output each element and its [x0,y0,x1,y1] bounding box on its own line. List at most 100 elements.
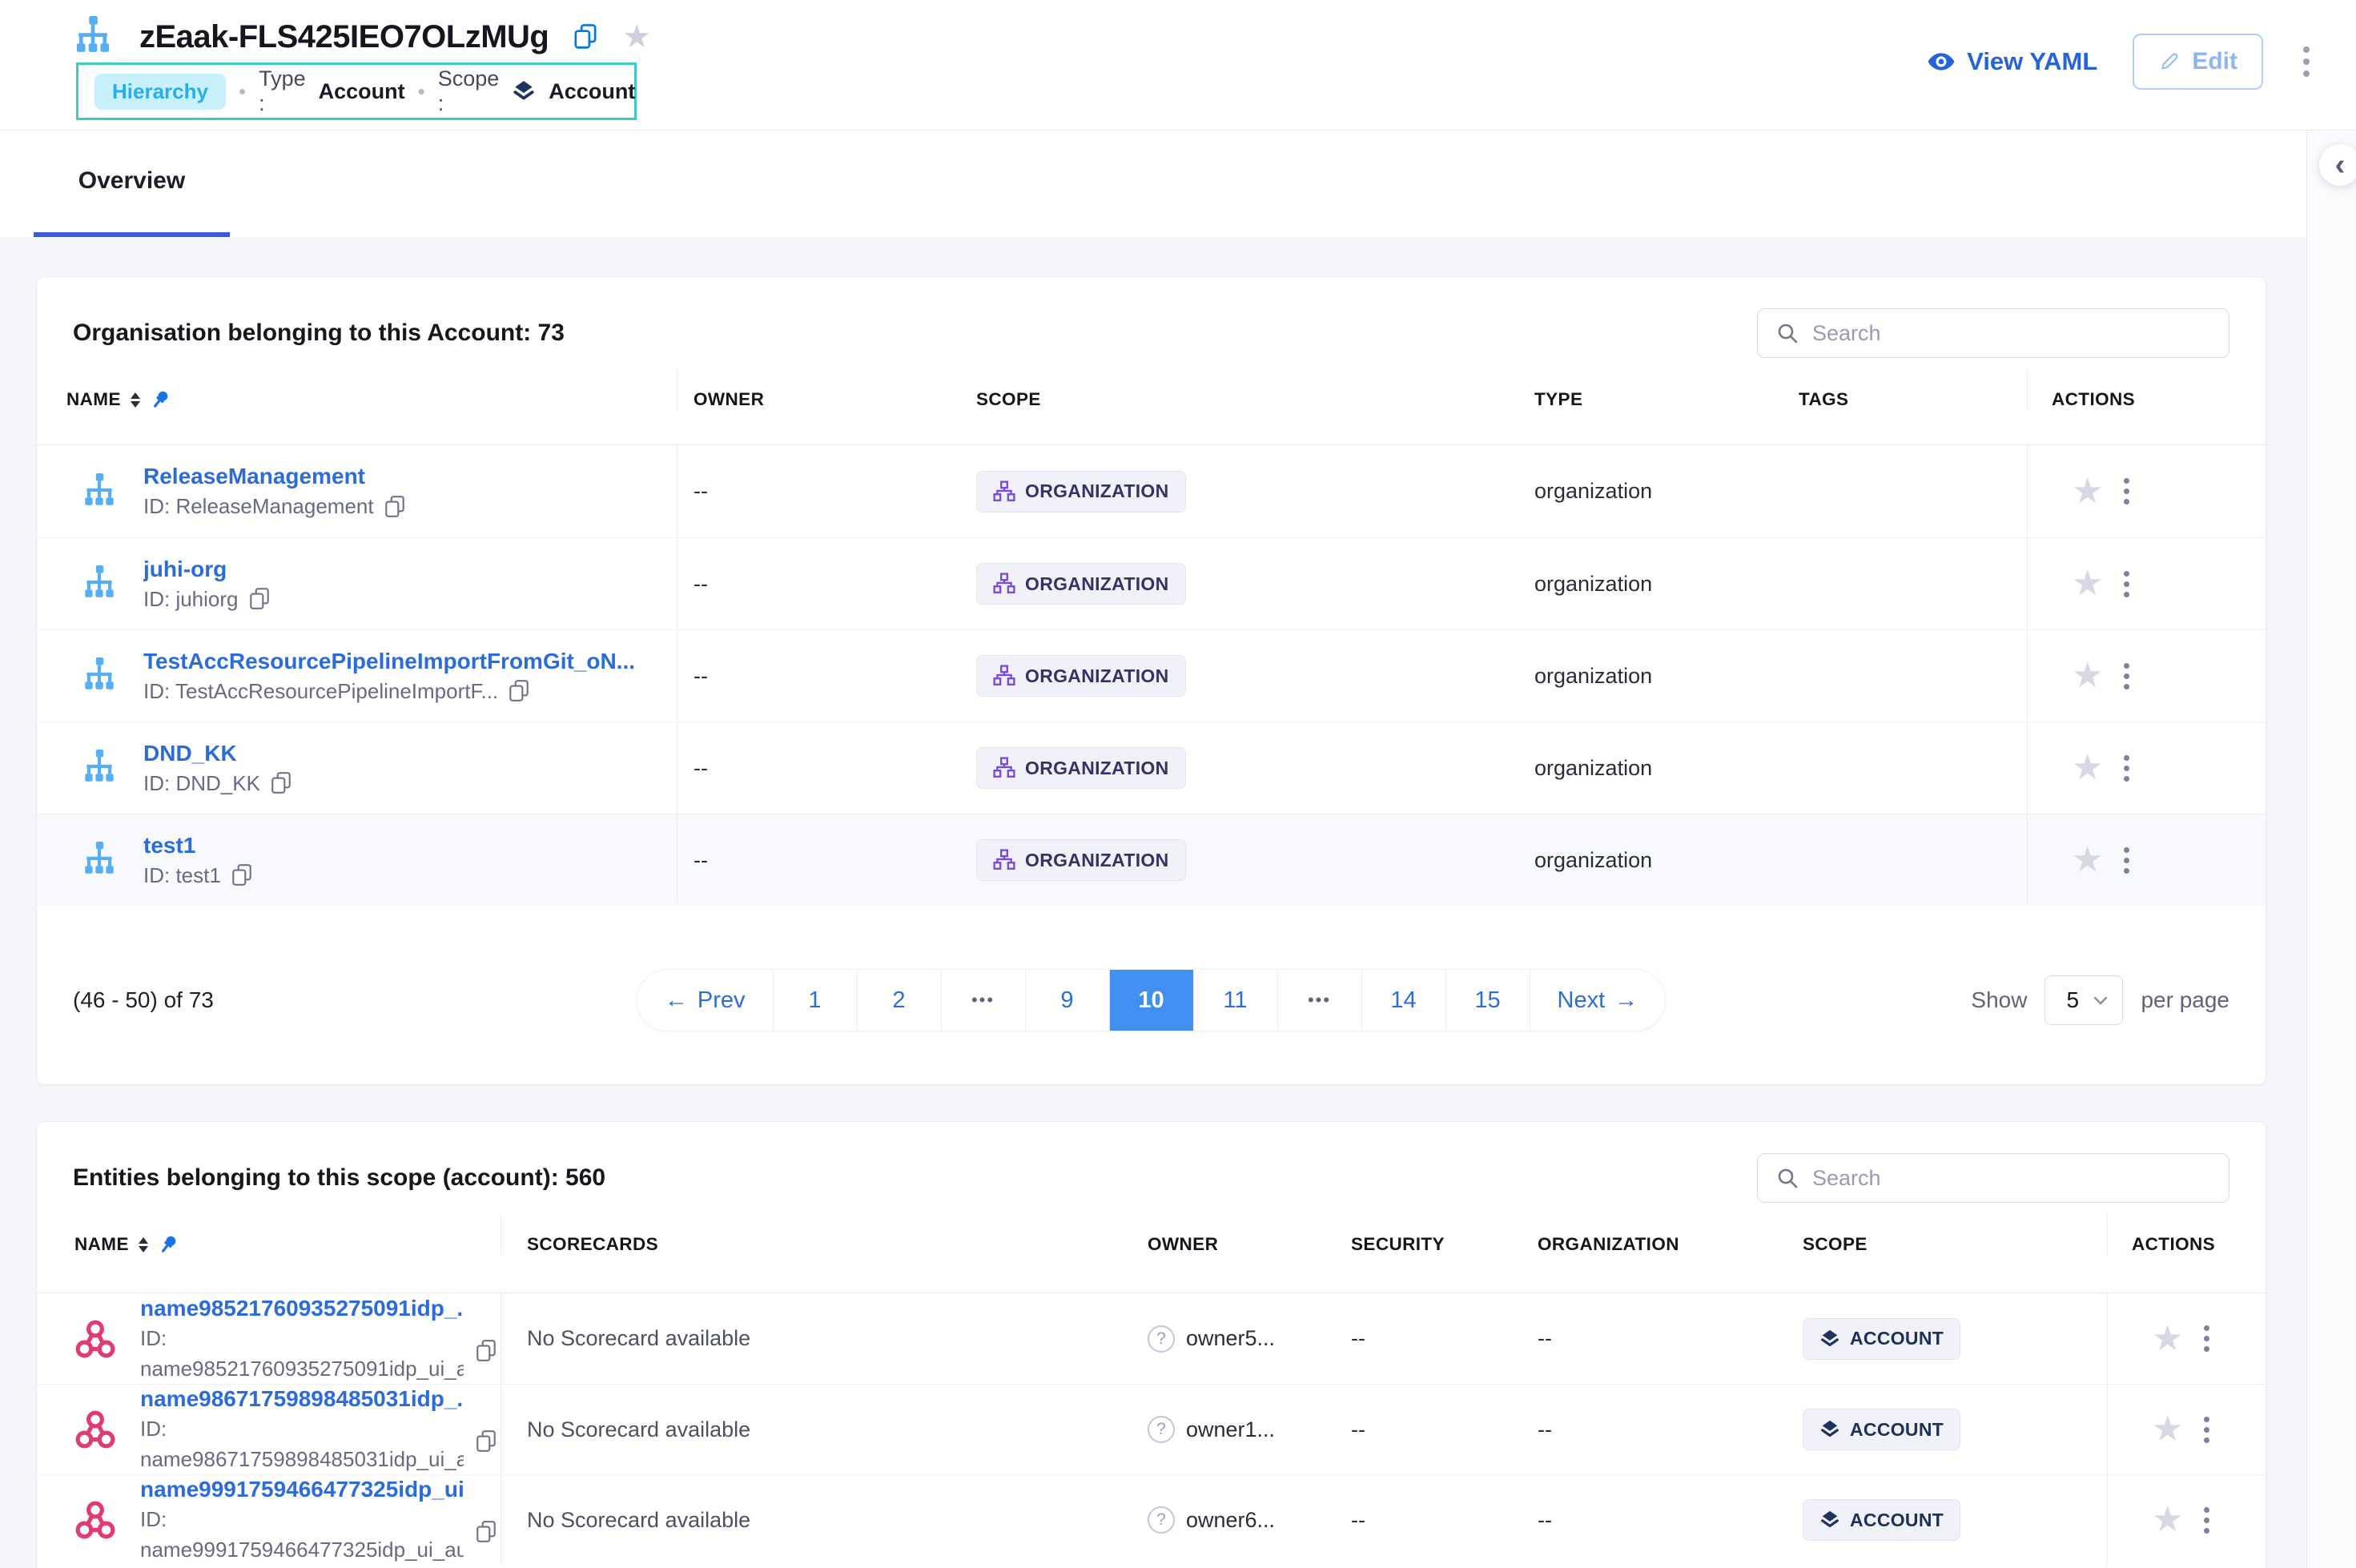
collapse-panel-button[interactable]: ‹ [2319,144,2356,186]
owner-cell: owner5... [1186,1326,1275,1351]
copy-icon[interactable] [270,771,292,795]
tab-overview[interactable]: Overview [34,131,230,237]
org-name-link[interactable]: test1 [143,833,253,858]
page-size-select[interactable]: 5 [2044,975,2123,1025]
owner-cell: owner1... [1186,1417,1275,1442]
favorite-star-icon[interactable]: ★ [622,21,651,53]
favorite-star-icon[interactable]: ★ [2072,842,2103,878]
copy-icon[interactable] [475,1520,497,1544]
table-row: test1 ID: test1 -- ORGANIZATION organiza… [37,814,2266,906]
pagination-range: (46 - 50) of 73 [73,987,637,1013]
page-button-11[interactable]: 11 [1194,970,1278,1031]
chevron-left-icon: ‹ [2335,148,2346,182]
page-button-9[interactable]: 9 [1026,970,1110,1031]
entities-title: Entities belonging to this scope (accoun… [73,1164,605,1192]
copy-icon[interactable] [248,587,271,611]
column-header-name[interactable]: NAME [37,1213,501,1255]
scope-badge: ORGANIZATION [976,839,1186,881]
page-button-14[interactable]: 14 [1362,970,1446,1031]
copy-icon[interactable] [475,1339,497,1363]
org-id: ID: juhiorg [143,587,239,612]
scope-value: Account [549,79,635,104]
type-cell: organization [1518,630,1783,722]
entity-name-link[interactable]: name98671759898485031idp_... [140,1386,464,1412]
tags-cell [1783,630,2027,722]
page-button-1[interactable]: 1 [774,970,858,1031]
unknown-owner-avatar: ? [1148,1416,1175,1443]
more-options-kebab-icon[interactable] [2298,42,2314,82]
favorite-star-icon[interactable]: ★ [2152,1412,2183,1447]
column-header-name[interactable]: NAME [37,368,677,410]
question-glyph: ? [1156,1510,1166,1530]
row-menu-kebab-icon[interactable] [2121,844,2133,877]
organisations-search [1757,308,2229,358]
org-name-link[interactable]: TestAccResourcePipelineImportFromGit_oN.… [143,649,635,674]
copy-icon[interactable] [573,23,598,50]
scope-badge-label: ORGANIZATION [1025,573,1169,595]
copy-icon[interactable] [231,863,253,887]
pin-icon[interactable] [150,389,171,410]
scope-badge-label: ACCOUNT [1850,1419,1944,1441]
table-row: TestAccResourcePipelineImportFromGit_oN.… [37,629,2266,722]
pin-icon[interactable] [158,1234,179,1255]
organization-cell: -- [1525,1385,1798,1474]
page-button-10-active[interactable]: 10 [1110,970,1194,1031]
owner-cell: -- [677,722,960,814]
table-row: name9991759466477325idp_ui... ID: name99… [37,1474,2266,1565]
page-button-15[interactable]: 15 [1446,970,1530,1031]
entity-name-link[interactable]: name98521760935275091idp_... [140,1296,464,1321]
favorite-star-icon[interactable]: ★ [2152,1321,2183,1357]
copy-icon[interactable] [475,1429,497,1453]
next-page-button[interactable]: Next → [1530,970,1666,1031]
column-header-owner: OWNER [1134,1213,1338,1255]
scope-badge-label: ACCOUNT [1850,1328,1944,1349]
column-header-scope: SCOPE [960,368,1518,410]
row-menu-kebab-icon[interactable] [2121,660,2133,693]
view-yaml-button[interactable]: View YAML [1927,47,2097,76]
security-cell: -- [1338,1475,1525,1565]
unknown-owner-avatar: ? [1148,1325,1175,1353]
type-cell: organization [1518,538,1783,629]
favorite-star-icon[interactable]: ★ [2072,566,2103,601]
favorite-star-icon[interactable]: ★ [2072,474,2103,509]
component-icon [74,1318,116,1360]
org-name-link[interactable]: DND_KK [143,741,292,766]
scope-badge: ACCOUNT [1803,1409,1960,1450]
row-menu-kebab-icon[interactable] [2201,1322,2213,1355]
row-menu-kebab-icon[interactable] [2121,475,2133,508]
sort-icon[interactable] [131,392,140,408]
entity-name-link[interactable]: name9991759466477325idp_ui... [140,1477,464,1502]
entity-id-label: ID: [140,1506,464,1533]
column-header-name-label: NAME [74,1234,129,1255]
page-button-2[interactable]: 2 [858,970,942,1031]
org-id: ID: test1 [143,863,221,888]
arrow-left-icon: ← [665,987,688,1014]
prev-label: Prev [698,987,746,1014]
scope-badge: ORGANIZATION [976,747,1186,789]
row-menu-kebab-icon[interactable] [2201,1413,2213,1446]
sort-icon[interactable] [139,1237,148,1252]
row-menu-kebab-icon[interactable] [2121,752,2133,785]
column-header-organization: ORGANIZATION [1525,1213,1798,1255]
org-name-link[interactable]: ReleaseManagement [143,464,406,489]
column-header-security: SECURITY [1338,1213,1525,1255]
edit-button[interactable]: Edit [2133,34,2263,90]
organization-icon [80,750,119,786]
org-name-link[interactable]: juhi-org [143,557,271,582]
favorite-star-icon[interactable]: ★ [2072,750,2103,786]
row-menu-kebab-icon[interactable] [2201,1504,2213,1537]
favorite-star-icon[interactable]: ★ [2152,1502,2183,1538]
organisations-search-input[interactable] [1812,321,2211,346]
main-content: Organisation belonging to this Account: … [0,237,2306,1568]
show-label: Show [1971,987,2027,1013]
type-cell: organization [1518,722,1783,814]
favorite-star-icon[interactable]: ★ [2072,658,2103,694]
copy-icon[interactable] [508,679,530,703]
row-menu-kebab-icon[interactable] [2121,568,2133,601]
entities-search-input[interactable] [1812,1166,2211,1191]
page-size-value: 5 [2066,987,2079,1013]
copy-icon[interactable] [384,495,406,519]
column-header-owner: OWNER [677,368,960,410]
prev-page-button[interactable]: ← Prev [637,970,774,1031]
page-title: zEaak-FLS425IEO7OLzMUg [139,19,549,55]
